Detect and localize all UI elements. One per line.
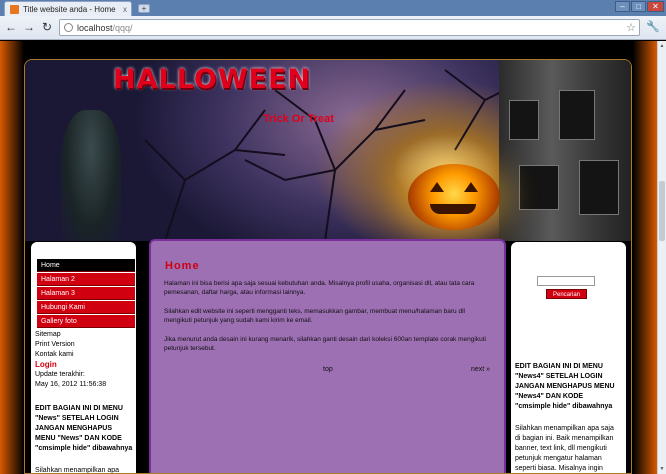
- content-paragraph: Jika menurut anda desain ini kurang mena…: [164, 336, 486, 352]
- page-heading: Home: [165, 260, 200, 272]
- scrollbar-thumb[interactable]: [659, 181, 665, 241]
- minimize-icon[interactable]: –: [615, 1, 630, 12]
- menu-item-halaman-2[interactable]: Halaman 2: [37, 273, 135, 286]
- url-path: /qqq/: [112, 22, 133, 33]
- login-link[interactable]: Login: [35, 360, 106, 370]
- forward-arrow-icon[interactable]: →: [22, 20, 36, 34]
- bookmark-star-icon[interactable]: ☆: [626, 21, 636, 34]
- top-link[interactable]: top: [323, 366, 333, 373]
- sitemap-link[interactable]: Sitemap: [35, 330, 106, 340]
- vertical-scrollbar[interactable]: ▲ ▼: [657, 41, 666, 474]
- jack-o-lantern-graphic: [408, 164, 500, 230]
- reload-icon[interactable]: ↻: [40, 20, 54, 34]
- menu-item-halaman-3[interactable]: Halaman 3: [37, 287, 135, 300]
- window-close-icon[interactable]: ✕: [647, 1, 664, 12]
- browser-tab[interactable]: Title website anda - Home x: [4, 1, 132, 16]
- site-title: HALLOWEEN: [113, 64, 312, 95]
- left-sidebar: Home Halaman 2 Halaman 3 Hubungi Kami Ga…: [31, 242, 136, 474]
- right-news-text: Silahkan menampilkan apa saja di bagian …: [515, 425, 614, 472]
- tab-close-icon[interactable]: x: [123, 5, 127, 14]
- browser-tabstrip: Title website anda - Home x + – □ ✕: [0, 0, 666, 16]
- right-sidebar: Pencarian EDIT BAGIAN INI DI MENU "News4…: [511, 242, 626, 473]
- last-update-value: May 16, 2012 11:56:38: [35, 381, 107, 388]
- search-input[interactable]: [537, 276, 595, 286]
- content-paragraph: Silahkan edit website ini seperti mengga…: [164, 308, 465, 324]
- page-icon: [64, 23, 73, 32]
- menu-item-home[interactable]: Home: [37, 259, 135, 272]
- content-paragraph: Halaman ini bisa berisi apa saja sesuai …: [164, 280, 475, 296]
- site-slogan: Trick Or Treat: [263, 113, 334, 125]
- maximize-icon[interactable]: □: [631, 1, 646, 12]
- site-container: HALLOWEEN Trick Or Treat Home Halaman 2 …: [24, 59, 632, 474]
- back-arrow-icon[interactable]: ←: [4, 20, 18, 34]
- scroll-up-icon[interactable]: ▲: [659, 43, 665, 49]
- new-tab-button[interactable]: +: [138, 4, 150, 13]
- next-link[interactable]: next »: [471, 366, 490, 373]
- browser-toolbar: ← → ↻ localhost/qqq/ ☆ 🔧: [0, 16, 666, 40]
- scroll-down-icon[interactable]: ▼: [659, 466, 665, 472]
- ghost-figure-graphic: [61, 110, 121, 241]
- url-host: localhost: [77, 22, 113, 33]
- header-banner: HALLOWEEN Trick Or Treat: [25, 60, 631, 241]
- main-menu: Home Halaman 2 Halaman 3 Hubungi Kami Ga…: [37, 259, 135, 329]
- menu-item-hubungi-kami[interactable]: Hubungi Kami: [37, 301, 135, 314]
- print-version-link[interactable]: Print Version: [35, 340, 106, 350]
- main-content: Home Halaman ini bisa berisi apa saja se…: [149, 239, 506, 473]
- haunted-house-graphic: [499, 60, 631, 241]
- last-update-label: Update terakhir:: [35, 371, 85, 378]
- url-text: localhost/qqq/: [77, 23, 133, 33]
- page-viewport: HALLOWEEN Trick Or Treat Home Halaman 2 …: [0, 41, 657, 474]
- contact-link[interactable]: Kontak kami: [35, 350, 106, 360]
- wrench-menu-icon[interactable]: 🔧: [646, 20, 660, 33]
- menu-item-gallery-foto[interactable]: Gallery foto: [37, 315, 135, 328]
- left-news-text: Silahkan menampilkan apa saja: [35, 467, 120, 474]
- right-news-heading: EDIT BAGIAN INI DI MENU "News4" SETELAH …: [515, 363, 615, 410]
- sidebar-links: Sitemap Print Version Kontak kami Login …: [35, 330, 106, 390]
- address-bar[interactable]: localhost/qqq/ ☆: [59, 19, 640, 36]
- search-button[interactable]: Pencarian: [546, 289, 587, 299]
- site-favicon-icon: [10, 4, 19, 14]
- left-news-heading: EDIT BAGIAN INI DI MENU "News" SETELAH L…: [35, 405, 133, 452]
- tab-title: Title website anda - Home: [23, 4, 116, 14]
